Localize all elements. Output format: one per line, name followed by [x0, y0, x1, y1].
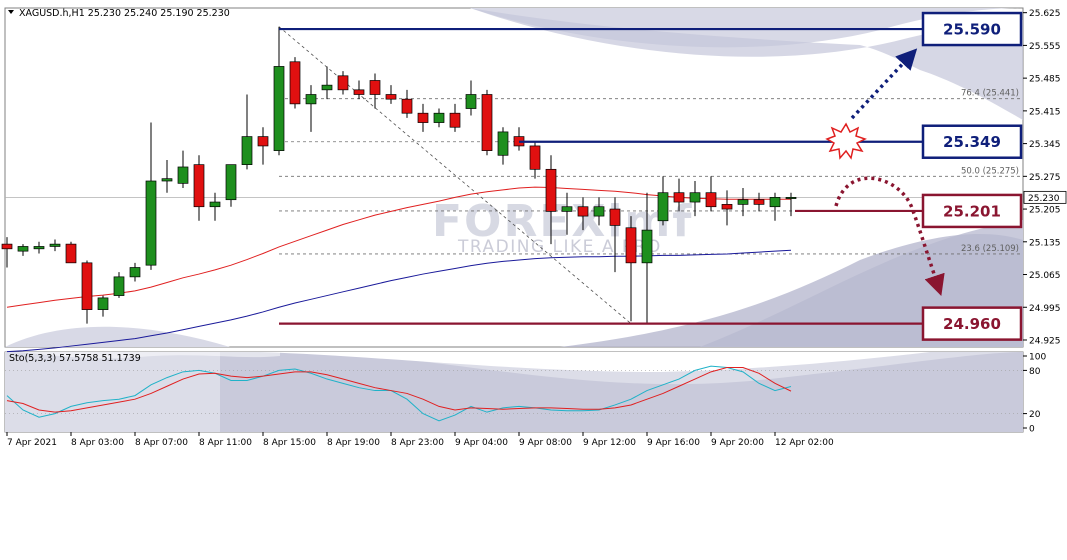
candle-body-bear [721, 204, 733, 210]
watermark: FOREXimf TRADING LIKE A PRO [432, 196, 691, 257]
candle-body-bear [65, 243, 77, 264]
candle-body-bear [481, 94, 493, 151]
candle-body-bull [785, 197, 797, 199]
candle-body-bull [49, 243, 61, 247]
candle-body-bull [769, 197, 781, 208]
candle-body-bull [225, 164, 237, 201]
oscillator-tick-label: 100 [1029, 353, 1046, 363]
oscillator-tick-label: 20 [1029, 410, 1041, 420]
candle-body-bear [353, 89, 365, 95]
time-tick-label: 8 Apr 15:00 [263, 438, 316, 448]
candle-body-bear [193, 164, 205, 208]
candle-body-bear [417, 112, 429, 123]
time-tick-label: 9 Apr 12:00 [583, 438, 636, 448]
candle-body-bull [17, 246, 29, 252]
candle [481, 89, 493, 156]
candle-body-bull [433, 112, 445, 123]
candle-body-bull [305, 94, 317, 105]
price-tick-label: 25.625 [1029, 9, 1061, 19]
candle-body-bull [97, 297, 109, 310]
price-tick-label: 25.485 [1029, 75, 1061, 85]
candle-body-bear [449, 112, 461, 128]
candle-body-bull [641, 229, 653, 264]
price-tick-label: 25.275 [1029, 173, 1061, 183]
chart-container: FOREXimf TRADING LIKE A PRO 76.4 (25.441… [0, 0, 1067, 555]
time-tick-label: 9 Apr 04:00 [455, 438, 508, 448]
candle-body-bull [657, 192, 669, 222]
candle-body-bear [625, 227, 637, 264]
key-level-label: 24.960 [943, 315, 1001, 333]
candle-body-bear [705, 192, 717, 208]
oscillator-title: Sto(5,3,3) 57.5758 51.1739 [9, 353, 141, 364]
candle-body-bull [209, 201, 221, 208]
fib-level-label: 76.4 (25.441) [961, 89, 1019, 99]
oscillator-tick-label: 80 [1029, 367, 1041, 377]
candle-body-bull [177, 166, 189, 184]
time-tick-label: 9 Apr 20:00 [711, 438, 764, 448]
candle-body-bear [609, 208, 621, 226]
candle-body-bear [1, 243, 13, 250]
fib-level-label: 50.0 (25.275) [961, 166, 1019, 176]
candle-body-bear [577, 206, 589, 217]
candle-body-bear [385, 94, 397, 100]
price-tick-label: 25.555 [1029, 42, 1061, 52]
candle-body-bull [497, 131, 509, 156]
candle-body-bull [129, 267, 141, 278]
candle-body-bear [529, 145, 541, 170]
candle-body-bear [401, 98, 413, 114]
symbol-info: XAGUSD.h,H1 25.230 25.240 25.190 25.230 [19, 8, 230, 19]
key-level-label: 25.590 [943, 21, 1001, 39]
oscillator-swoosh [5, 352, 1023, 432]
candle [289, 57, 301, 109]
candle-body-bull [465, 94, 477, 109]
candle-body-bull [113, 276, 125, 296]
price-tick-label: 24.995 [1029, 304, 1061, 314]
time-tick-label: 8 Apr 07:00 [135, 438, 188, 448]
candle-body-bear [673, 192, 685, 203]
candle-body-bear [369, 80, 381, 95]
candle-body-bull [561, 206, 573, 212]
candle-body-bull [689, 192, 701, 203]
time-tick-label: 9 Apr 16:00 [647, 438, 700, 448]
candle-body-bear [81, 262, 93, 310]
candle-body-bull [161, 178, 173, 182]
price-chart-svg: FOREXimf TRADING LIKE A PRO 76.4 (25.441… [1, 7, 1067, 448]
candle-body-bear [337, 75, 349, 91]
oscillator-tick-label: 0 [1029, 425, 1035, 435]
candle-body-bull [737, 199, 749, 205]
candle-body-bull [145, 180, 157, 266]
price-tick-label: 25.205 [1029, 206, 1061, 216]
price-tick-label: 25.415 [1029, 107, 1061, 117]
time-tick-label: 8 Apr 03:00 [71, 438, 124, 448]
time-tick-label: 7 Apr 2021 [7, 438, 57, 448]
time-tick-label: 8 Apr 23:00 [391, 438, 444, 448]
price-tick-label: 25.135 [1029, 238, 1061, 248]
candle [65, 241, 77, 264]
key-level-label: 25.349 [943, 133, 1001, 151]
candle-body-bull [241, 136, 253, 165]
time-tick-label: 8 Apr 11:00 [199, 438, 252, 448]
time-tick-label: 8 Apr 19:00 [327, 438, 380, 448]
price-tick-label: 24.925 [1029, 336, 1061, 346]
candle-body-bear [753, 199, 765, 205]
fib-level-label: 23.6 (25.109) [961, 244, 1019, 254]
price-tick-label: 25.345 [1029, 140, 1061, 150]
candle-body-bear [545, 168, 557, 212]
candle-body-bull [593, 206, 605, 217]
candle-body-bear [257, 136, 269, 147]
key-level-label: 25.201 [943, 202, 1001, 220]
candle-body-bear [289, 61, 301, 105]
candle-body-bull [321, 84, 333, 91]
time-tick-label: 12 Apr 02:00 [775, 438, 834, 448]
time-tick-label: 9 Apr 08:00 [519, 438, 572, 448]
current-price-label: 25.230 [1028, 194, 1060, 204]
price-tick-label: 25.065 [1029, 271, 1061, 281]
candle-body-bull [33, 246, 45, 250]
candle-body-bull [273, 66, 285, 151]
